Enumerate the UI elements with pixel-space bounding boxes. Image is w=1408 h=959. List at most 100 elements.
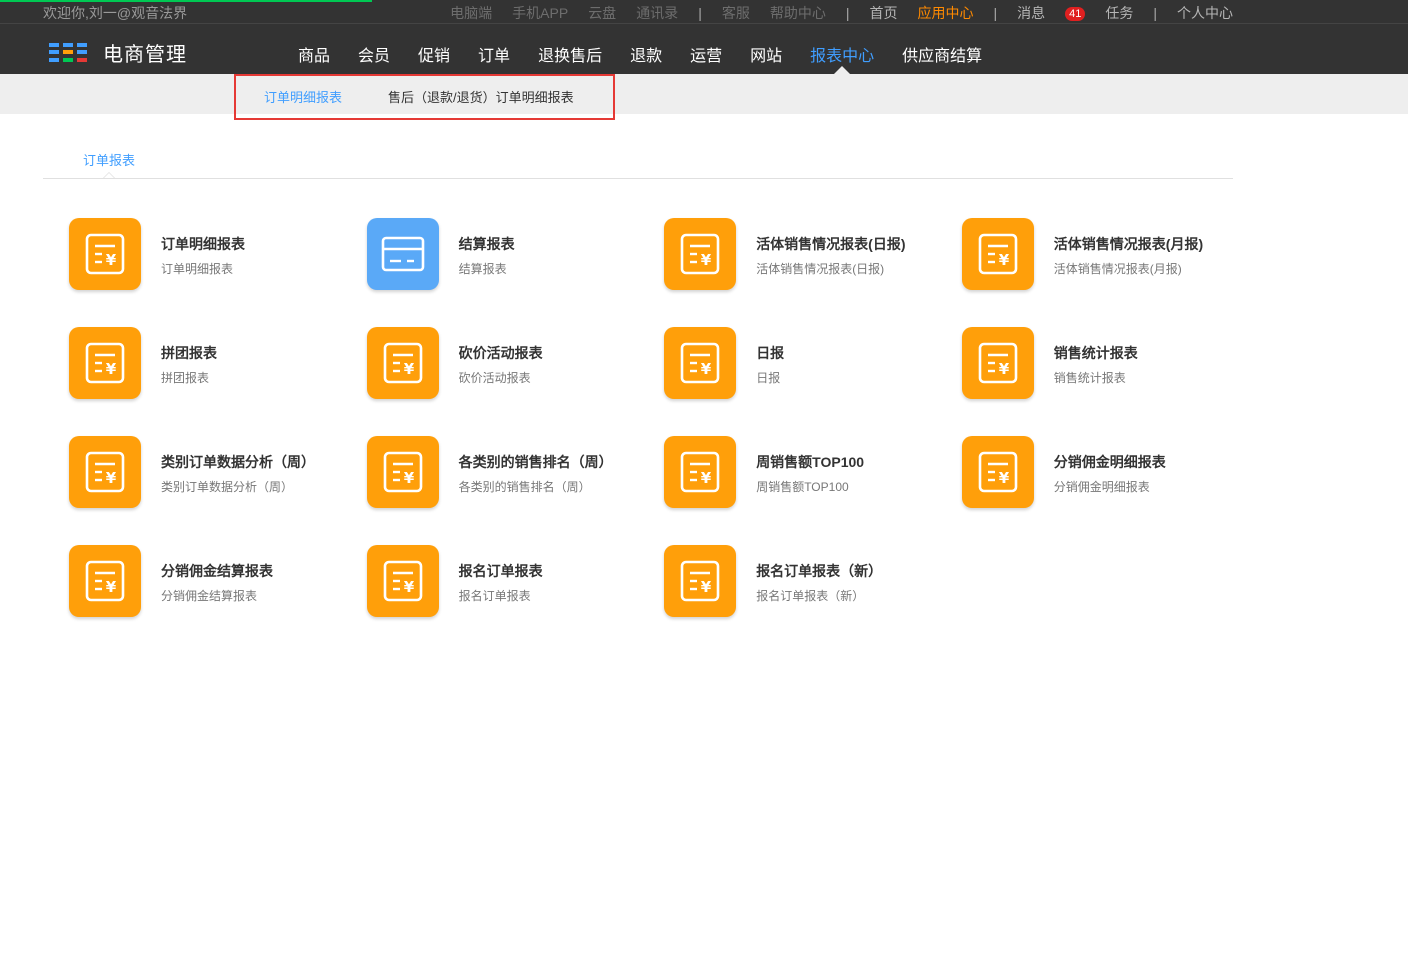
tab-divider <box>43 178 1233 179</box>
link-profile[interactable]: 个人中心 <box>1177 3 1233 23</box>
link-tasks[interactable]: 任务 <box>1105 3 1133 23</box>
report-card-text: 各类别的销售排名（周） 各类别的销售排名（周） <box>459 452 613 495</box>
svg-text:¥: ¥ <box>403 360 414 378</box>
report-card[interactable]: ¥ 分销佣金明细报表 分销佣金明细报表 <box>961 436 1260 545</box>
welcome-text: 欢迎你,刘一@观音法界 <box>43 5 188 21</box>
divider: | <box>993 5 998 21</box>
link-customer-service[interactable]: 客服 <box>722 3 750 23</box>
report-card[interactable]: ¥ 日报 日报 <box>664 327 962 436</box>
report-title: 周销售额TOP100 <box>756 454 865 470</box>
top-header: 欢迎你,刘一@观音法界 电脑端 手机APP 云盘 通讯录 | 客服 帮助中心 |… <box>0 0 1408 74</box>
report-card[interactable]: ¥ 类别订单数据分析（周） 类别订单数据分析（周） <box>69 436 367 545</box>
report-subtitle: 砍价活动报表 <box>458 371 531 385</box>
link-messages[interactable]: 消息 41 <box>1017 3 1086 23</box>
report-title: 日报 <box>756 345 785 361</box>
report-card[interactable]: ¥ 周销售额TOP100 周销售额TOP100 <box>664 436 962 545</box>
message-count-badge: 41 <box>1065 7 1086 21</box>
svg-text:¥: ¥ <box>403 578 414 596</box>
link-contacts[interactable]: 通讯录 <box>636 3 678 23</box>
svg-text:¥: ¥ <box>403 469 414 487</box>
report-card[interactable]: ¥ 销售统计报表 销售统计报表 <box>961 327 1260 436</box>
subnav-after-sales-order-detail-report[interactable]: 售后（退款/退货）订单明细报表 <box>388 87 574 106</box>
report-card-text: 活体销售情况报表(日报) 活体销售情况报表(日报) <box>756 234 905 277</box>
logo[interactable]: 电商管理 <box>49 38 187 67</box>
report-card-text: 活体销售情况报表(月报) 活体销售情况报表(月报) <box>1054 234 1203 277</box>
report-card[interactable]: ¥ 各类别的销售排名（周） 各类别的销售排名（周） <box>366 436 665 545</box>
report-title: 类别订单数据分析（周） <box>161 454 315 470</box>
logo-grid-icon <box>49 42 87 63</box>
link-home[interactable]: 首页 <box>869 3 897 23</box>
report-title: 结算报表 <box>458 236 515 252</box>
receipt-icon: ¥ <box>664 436 737 508</box>
report-card-text: 分销佣金明细报表 分销佣金明细报表 <box>1054 452 1166 495</box>
utility-links: 电脑端 手机APP 云盘 通讯录 | 客服 帮助中心 | 首页 应用中心 | 消… <box>430 3 1233 23</box>
report-title: 拼团报表 <box>161 345 217 361</box>
logo-text: 电商管理 <box>103 44 187 66</box>
report-card[interactable]: ¥ 拼团报表 拼团报表 <box>69 327 367 436</box>
svg-text:¥: ¥ <box>999 469 1010 487</box>
nav-promotions[interactable]: 促销 <box>404 42 464 74</box>
report-subtitle: 各类别的销售排名（周） <box>458 480 591 494</box>
svg-text:¥: ¥ <box>106 360 117 378</box>
report-card-text: 类别订单数据分析（周） 类别订单数据分析（周） <box>161 452 315 495</box>
nav-orders[interactable]: 订单 <box>464 42 524 74</box>
receipt-icon: ¥ <box>664 327 737 399</box>
report-subtitle: 分销佣金明细报表 <box>1053 480 1150 494</box>
report-subtitle: 日报 <box>756 371 781 385</box>
nav-supplier-settlement[interactable]: 供应商结算 <box>888 42 996 74</box>
nav-members[interactable]: 会员 <box>344 42 404 74</box>
link-cloud-drive[interactable]: 云盘 <box>588 3 616 23</box>
receipt-icon: ¥ <box>69 327 141 399</box>
svg-text:¥: ¥ <box>999 360 1010 378</box>
report-card-text: 周销售额TOP100 周销售额TOP100 <box>756 452 864 495</box>
receipt-icon: ¥ <box>366 327 439 399</box>
report-card[interactable]: ¥ 报名订单报表 报名订单报表 <box>366 545 665 654</box>
top-utility-bar: 欢迎你,刘一@观音法界 电脑端 手机APP 云盘 通讯录 | 客服 帮助中心 |… <box>0 0 1408 24</box>
link-app-center[interactable]: 应用中心 <box>917 3 973 23</box>
report-subtitle: 分销佣金结算报表 <box>161 589 258 603</box>
svg-text:¥: ¥ <box>106 251 117 269</box>
report-card[interactable]: 结算报表 结算报表 <box>366 218 665 327</box>
report-card[interactable]: ¥ 分销佣金结算报表 分销佣金结算报表 <box>69 545 367 654</box>
report-subtitle: 销售统计报表 <box>1053 371 1126 385</box>
receipt-icon: ¥ <box>69 436 141 508</box>
card-icon <box>366 218 439 290</box>
receipt-icon: ¥ <box>69 218 141 290</box>
report-card[interactable]: ¥ 订单明细报表 订单明细报表 <box>69 218 367 327</box>
tab-order-reports[interactable]: 订单报表 <box>83 150 135 169</box>
svg-text:¥: ¥ <box>106 578 117 596</box>
receipt-icon: ¥ <box>69 545 141 617</box>
report-title: 报名订单报表（新） <box>756 563 883 579</box>
report-card-text: 拼团报表 拼团报表 <box>161 343 217 386</box>
report-title: 各类别的销售排名（周） <box>458 454 613 470</box>
nav-operations[interactable]: 运营 <box>676 42 736 74</box>
nav-report-center[interactable]: 报表中心 <box>796 42 888 74</box>
svg-text:¥: ¥ <box>999 251 1010 269</box>
svg-text:¥: ¥ <box>701 360 712 378</box>
link-mobile-app[interactable]: 手机APP <box>512 3 568 23</box>
link-help-center[interactable]: 帮助中心 <box>770 3 826 23</box>
nav-after-sales[interactable]: 退换售后 <box>524 42 616 74</box>
report-subtitle: 活体销售情况报表(日报) <box>756 262 885 276</box>
receipt-icon: ¥ <box>664 218 737 290</box>
report-subtitle: 报名订单报表 <box>458 589 531 603</box>
report-card-text: 报名订单报表 报名订单报表 <box>459 561 543 604</box>
nav-refunds[interactable]: 退款 <box>616 42 676 74</box>
report-card[interactable]: ¥ 活体销售情况报表(日报) 活体销售情况报表(日报) <box>664 218 962 327</box>
svg-text:¥: ¥ <box>701 469 712 487</box>
report-title: 活体销售情况报表(月报) <box>1053 236 1204 252</box>
report-card[interactable]: ¥ 砍价活动报表 砍价活动报表 <box>366 327 665 436</box>
main-nav: 商品 会员 促销 订单 退换售后 退款 运营 网站 报表中心 供应商结算 <box>284 42 996 74</box>
report-card[interactable]: ¥ 活体销售情况报表(月报) 活体销售情况报表(月报) <box>961 218 1260 327</box>
report-card[interactable]: ¥ 报名订单报表（新） 报名订单报表（新） <box>664 545 962 654</box>
report-subtitle: 订单明细报表 <box>161 262 234 276</box>
subnav-order-detail-report[interactable]: 订单明细报表 <box>264 87 342 106</box>
nav-website[interactable]: 网站 <box>736 42 796 74</box>
report-subtitle: 结算报表 <box>458 262 507 276</box>
svg-text:¥: ¥ <box>701 251 712 269</box>
report-title: 分销佣金明细报表 <box>1053 454 1166 470</box>
report-subtitle: 报名订单报表（新） <box>756 589 865 603</box>
link-pc[interactable]: 电脑端 <box>450 3 492 23</box>
receipt-icon: ¥ <box>366 545 439 617</box>
nav-goods[interactable]: 商品 <box>284 42 344 74</box>
